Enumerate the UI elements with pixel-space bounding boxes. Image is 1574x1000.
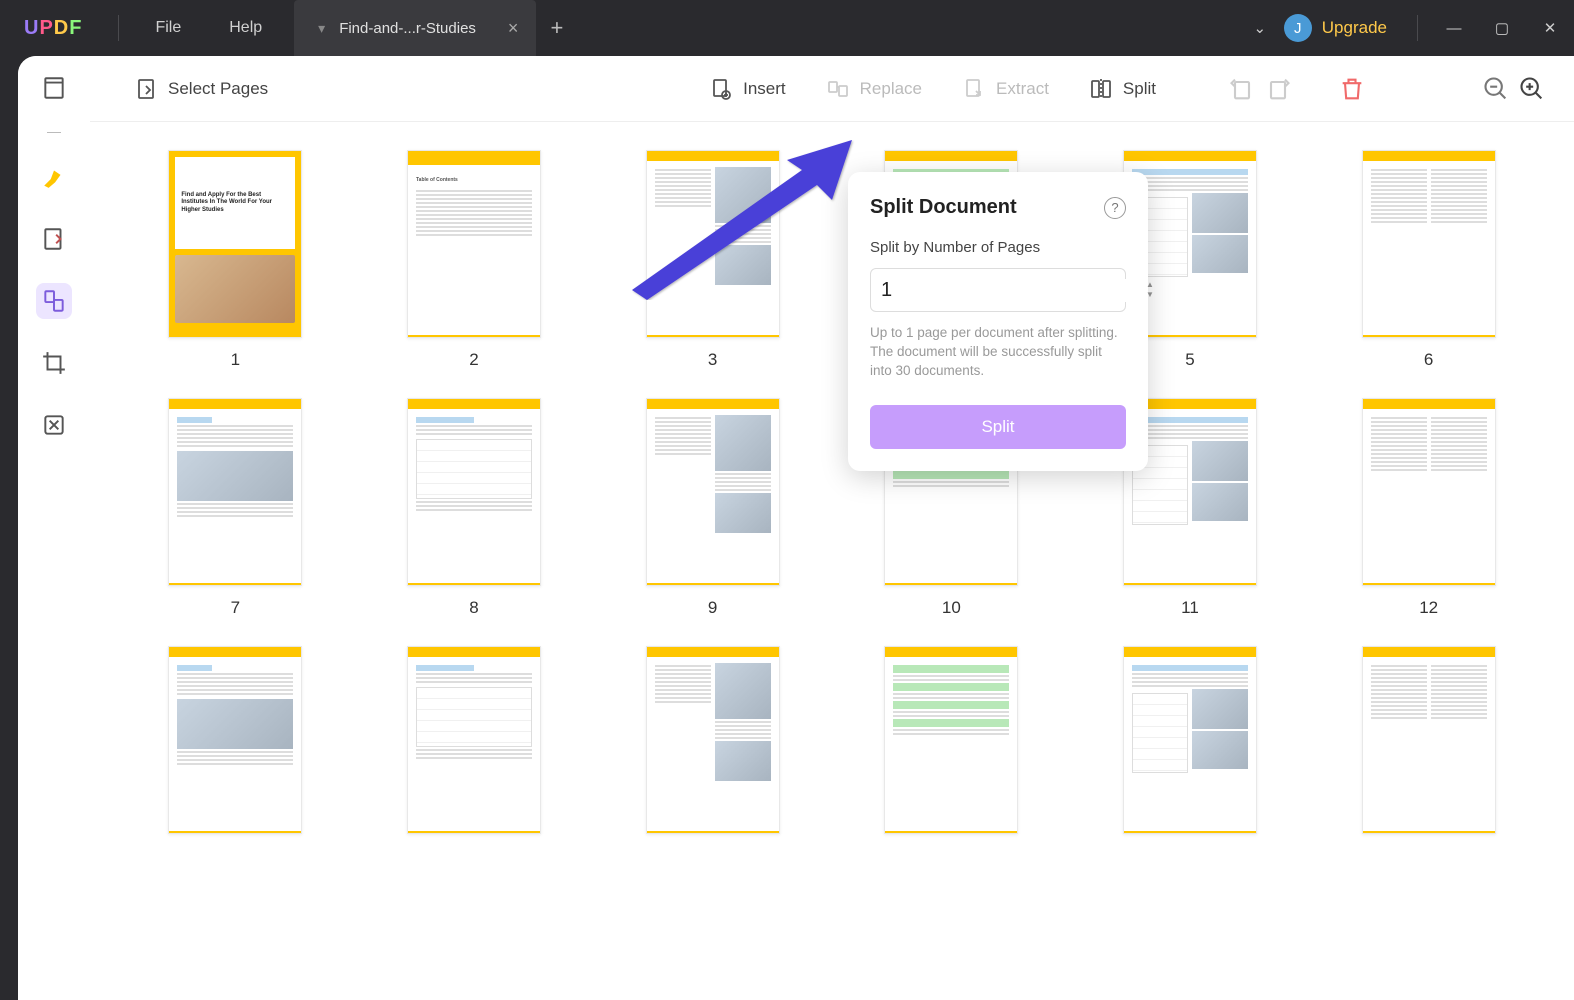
organize-toolbar: Select Pages Insert Replace Extract Spli…	[90, 56, 1574, 122]
page-number: 5	[1185, 350, 1194, 370]
tab-close-left-icon[interactable]: ▾	[318, 20, 325, 37]
insert-icon	[709, 77, 733, 101]
spinner-down-icon[interactable]: ▼	[1146, 291, 1154, 299]
menu-file[interactable]: File	[131, 19, 205, 37]
app-logo: UPDF	[24, 17, 82, 40]
extract-icon	[962, 77, 986, 101]
redact-tool-icon[interactable]	[36, 407, 72, 443]
page-number: 2	[469, 350, 478, 370]
extract-button[interactable]: Extract	[946, 69, 1065, 109]
page-number: 11	[1181, 598, 1199, 618]
page-thumbnail[interactable]: 9	[617, 398, 808, 618]
page-thumbnail[interactable]: 3	[617, 150, 808, 370]
page-number: 12	[1419, 598, 1438, 618]
rail-divider	[47, 132, 61, 133]
organize-tool-icon[interactable]	[36, 283, 72, 319]
highlight-tool-icon[interactable]	[36, 159, 72, 195]
select-icon	[134, 77, 158, 101]
left-tool-rail	[18, 56, 90, 1000]
split-confirm-button[interactable]: Split	[870, 405, 1126, 449]
replace-icon	[826, 77, 850, 101]
separator	[118, 15, 119, 41]
avatar[interactable]: J	[1284, 14, 1312, 42]
upgrade-link[interactable]: Upgrade	[1322, 18, 1387, 38]
page-number: 3	[708, 350, 717, 370]
page-thumbnail[interactable]: Table of Contents2	[379, 150, 570, 370]
split-by-label: Split by Number of Pages	[870, 239, 1126, 256]
page-thumbnail[interactable]	[140, 646, 331, 834]
crop-tool-icon[interactable]	[36, 345, 72, 381]
page-thumbnail[interactable]	[379, 646, 570, 834]
tab-overflow-icon[interactable]: ⌄	[1236, 0, 1284, 56]
page-number: 9	[708, 598, 717, 618]
split-label: Split	[1123, 79, 1156, 99]
select-pages-label: Select Pages	[168, 79, 268, 99]
split-hint-text: Up to 1 page per document after splittin…	[870, 324, 1126, 381]
popup-title: Split Document	[870, 196, 1017, 219]
minimize-button[interactable]: —	[1430, 0, 1478, 56]
page-number: 10	[942, 598, 961, 618]
split-icon	[1089, 77, 1113, 101]
page-thumbnail[interactable]: 12	[1333, 398, 1524, 618]
page-thumbnail[interactable]	[856, 646, 1047, 834]
page-thumbnails-area[interactable]: Find and Apply For the Best Institutes I…	[90, 122, 1574, 1000]
zoom-in-icon[interactable]	[1518, 75, 1546, 103]
zoom-out-icon[interactable]	[1482, 75, 1510, 103]
rotate-left-icon[interactable]	[1228, 75, 1256, 103]
help-icon[interactable]: ?	[1104, 197, 1126, 219]
split-document-popup: Split Document ? Split by Number of Page…	[848, 172, 1148, 471]
replace-button[interactable]: Replace	[810, 69, 938, 109]
page-thumbnail[interactable]	[617, 646, 808, 834]
delete-icon[interactable]	[1338, 75, 1366, 103]
insert-label: Insert	[743, 79, 786, 99]
edit-tool-icon[interactable]	[36, 221, 72, 257]
pages-number-input[interactable]	[881, 279, 1146, 302]
maximize-button[interactable]: ▢	[1478, 0, 1526, 56]
insert-button[interactable]: Insert	[693, 69, 802, 109]
new-tab-button[interactable]: +	[550, 15, 563, 41]
replace-label: Replace	[860, 79, 922, 99]
page-number: 6	[1424, 350, 1433, 370]
page-thumbnail[interactable]: 6	[1333, 150, 1524, 370]
tab-close-icon[interactable]: ×	[508, 18, 519, 39]
page-thumbnail[interactable]: 8	[379, 398, 570, 618]
page-number: 1	[231, 350, 240, 370]
split-button[interactable]: Split	[1073, 69, 1172, 109]
select-pages-button[interactable]: Select Pages	[118, 69, 284, 109]
page-thumbnail[interactable]: 7	[140, 398, 331, 618]
spinner-up-icon[interactable]: ▲	[1146, 281, 1154, 289]
page-thumbnail[interactable]: Find and Apply For the Best Institutes I…	[140, 150, 331, 370]
close-button[interactable]: ✕	[1526, 0, 1574, 56]
menu-help[interactable]: Help	[205, 19, 286, 37]
document-tab[interactable]: ▾ Find-and-...r-Studies ×	[294, 0, 536, 56]
page-number: 7	[231, 598, 240, 618]
rotate-right-icon[interactable]	[1264, 75, 1292, 103]
page-thumbnail[interactable]	[1095, 646, 1286, 834]
separator	[1417, 15, 1418, 41]
page-thumbnail[interactable]	[1333, 646, 1524, 834]
tab-label: Find-and-...r-Studies	[339, 20, 476, 37]
page-number: 8	[469, 598, 478, 618]
pages-number-input-wrap: ▲ ▼	[870, 268, 1126, 312]
extract-label: Extract	[996, 79, 1049, 99]
reader-tool-icon[interactable]	[36, 70, 72, 106]
